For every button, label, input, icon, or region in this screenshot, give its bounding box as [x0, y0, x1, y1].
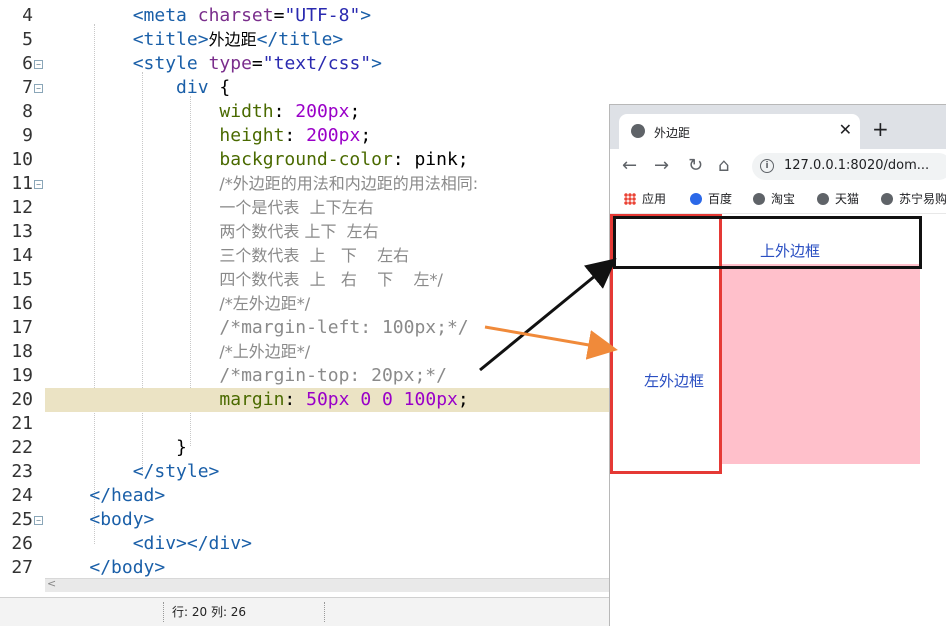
arrow-to-top-frame	[479, 258, 617, 372]
annotation-arrows	[479, 258, 618, 372]
arrow-to-left-frame	[484, 325, 618, 360]
